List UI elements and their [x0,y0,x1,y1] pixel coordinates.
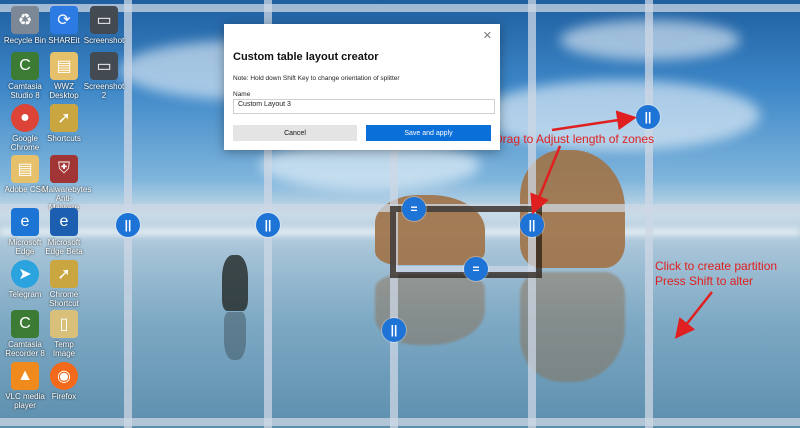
vlc-icon: ▲ [11,362,39,390]
shortcut-icon: ➚ [50,260,78,288]
vertical-splitter-handle[interactable]: || [116,213,140,237]
dialog-note: Note: Hold down Shift Key to change orie… [233,75,400,82]
vertical-splitter-handle[interactable]: || [382,318,406,342]
annotation-click-line2: Press Shift to alter [655,274,754,288]
splitter-vertical[interactable] [390,150,398,428]
shield-icon: ⛨ [50,155,78,183]
desktop-icon-label: Shortcuts [47,134,81,143]
desktop-icon[interactable]: ▯ Temp Image [42,310,86,358]
desktop-icon-label: WWZ Desktop [49,82,79,100]
desktop-icon[interactable]: ● Google Chrome [3,104,47,152]
desktop-icon-label: Recycle Bin [3,36,47,45]
cancel-button[interactable]: Cancel [233,125,357,141]
desktop-icon-label: Camtasia Studio 8 [8,82,42,100]
desktop-icon-label: Camtasia Recorder 8 [5,340,45,358]
desktop-icon[interactable]: C Camtasia Recorder 8 [3,310,47,358]
custom-layout-dialog: ✕ Custom table layout creator Note: Hold… [224,24,500,150]
desktop-icon-label: Microsoft Edge Beta [45,238,83,256]
annotation-drag: Drag to Adjust length of zones [494,132,655,146]
horizontal-splitter-handle[interactable]: = [464,257,488,281]
name-input[interactable]: Custom Layout 3 [233,99,495,114]
screenshot-icon: ▭ [90,6,118,34]
vertical-splitter-handle[interactable]: || [256,213,280,237]
desktop-icon-label: Chrome Shortcut [49,290,79,308]
desktop-icon-label: Adobe CS6 [4,185,46,194]
name-label: Name [233,91,251,98]
screenshot-icon: ▭ [90,52,118,80]
annotation-click-line1: Click to create partition [655,259,778,273]
desktop-icon-label: SHAREit [48,36,80,45]
splitter-vertical[interactable] [645,0,653,428]
camtasia-icon: C [11,310,39,338]
horizontal-splitter-handle[interactable]: = [402,197,426,221]
desktop-icon-label: Firefox [51,392,77,401]
desktop-icon[interactable]: ▤ Adobe CS6 [3,155,47,194]
file-icon: ▯ [50,310,78,338]
save-and-apply-button[interactable]: Save and apply [366,125,491,141]
desktop-icon[interactable]: ➤ Telegram [3,260,47,299]
desktop-icon[interactable]: ▭ Screenshot [82,6,126,45]
camtasia-icon: C [11,52,39,80]
folder-icon: ▤ [50,52,78,80]
desktop-icon-label: Telegram [8,290,42,299]
desktop-icon-label: Microsoft Edge [8,238,42,256]
desktop-icon-label: Google Chrome [10,134,40,152]
desktop-icon[interactable]: ▤ WWZ Desktop [42,52,86,100]
shortcut-icon: ➚ [50,104,78,132]
firefox-icon: ◉ [50,362,78,390]
desktop-icon-label: VLC media player [5,392,45,410]
desktop-icon[interactable]: ▭ Screenshot 2 [82,52,126,100]
recycle-bin-icon: ♻ [11,6,39,34]
desktop-icon[interactable]: ▲ VLC media player [3,362,47,410]
edge-icon: e [11,208,39,236]
desktop-icon[interactable]: e Microsoft Edge [3,208,47,256]
desktop-icon[interactable]: ⟳ SHAREit [42,6,86,45]
desktop-icon-label: Screenshot [83,36,125,45]
shareit-icon: ⟳ [50,6,78,34]
edge-beta-icon: e [50,208,78,236]
desktop-icon[interactable]: ♻ Recycle Bin [3,6,47,45]
splitter-horizontal[interactable] [0,418,800,426]
close-icon[interactable]: ✕ [483,29,492,42]
desktop-icon-label: Temp Image [52,340,76,358]
vertical-splitter-handle[interactable]: || [636,105,660,129]
desktop-icon[interactable]: C Camtasia Studio 8 [3,52,47,100]
dialog-title: Custom table layout creator [233,51,379,63]
telegram-icon: ➤ [11,260,39,288]
desktop-icon[interactable]: ➚ Shortcuts [42,104,86,143]
desktop-icon[interactable]: ⛨ Malwarebytes Anti-Malware [42,155,91,212]
desktop-icon[interactable]: ➚ Chrome Shortcut [42,260,86,308]
desktop-icon-label: Screenshot 2 [83,82,125,100]
vertical-splitter-handle[interactable]: || [520,213,544,237]
desktop-icon[interactable]: e Microsoft Edge Beta [42,208,86,256]
desktop-icon[interactable]: ◉ Firefox [42,362,86,401]
chrome-icon: ● [11,104,39,132]
folder-icon: ▤ [11,155,39,183]
